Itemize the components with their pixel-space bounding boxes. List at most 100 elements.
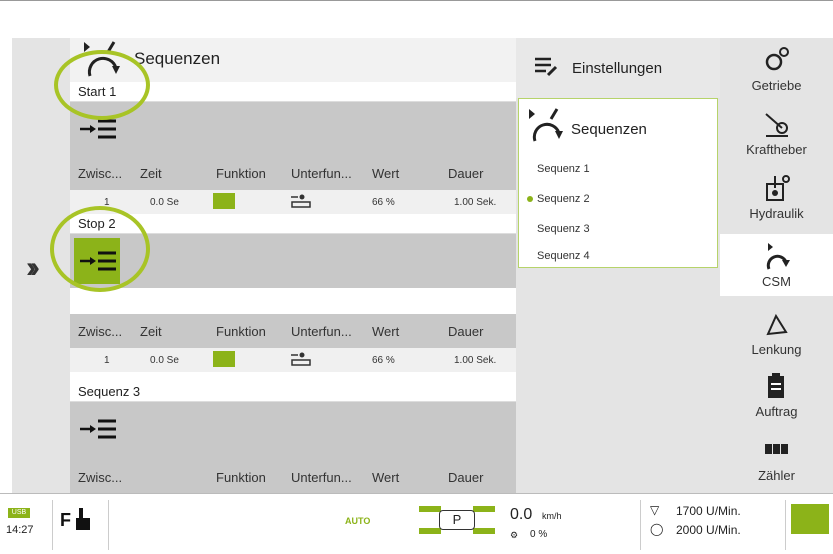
nav-item-getriebe[interactable]: Getriebe: [720, 38, 833, 100]
row-time: 0.0 Se: [150, 355, 179, 366]
sequence-item[interactable]: Sequenz 3: [537, 223, 590, 235]
nav-label: Auftrag: [755, 404, 798, 419]
sequence-panel-title: Sequenzen: [571, 121, 647, 138]
nav-item-csm[interactable]: CSM: [720, 234, 833, 296]
nav-label: Zähler: [758, 468, 795, 483]
slip-value: 0 %: [530, 529, 548, 540]
sequence-step-icon[interactable]: [74, 406, 120, 452]
divider: [108, 500, 109, 550]
column-header: Funktion: [216, 166, 266, 181]
block-name[interactable]: Sequenz 3: [70, 382, 516, 402]
window-left-frame: [0, 14, 12, 494]
wheel-icon: [419, 506, 441, 512]
table-header: Zwisc... Funktion Unterfun... Wert Dauer: [70, 456, 516, 493]
hitch-icon: [765, 113, 788, 137]
page-title: Sequenzen: [134, 49, 221, 68]
sequence-selector: Sequenzen Sequenz 1 Sequenz 2 Sequenz 3 …: [518, 98, 718, 268]
column-header: Wert: [372, 470, 400, 485]
sequence-icon: [529, 108, 563, 142]
column-header: Dauer: [448, 324, 484, 339]
column-header: Dauer: [448, 166, 484, 181]
settings-title: Einstellungen: [572, 60, 663, 77]
nav-label: CSM: [762, 274, 791, 289]
function-valve-icon[interactable]: [791, 504, 829, 534]
nav-label: Kraftheber: [746, 142, 807, 157]
pto-rpm-icon: ◯: [650, 522, 664, 536]
nav-label: Hydraulik: [749, 206, 804, 221]
column-header: Unterfun...: [291, 324, 352, 339]
pto-rpm: 2000 U/Min.: [676, 523, 741, 537]
row-value: 66 %: [372, 197, 395, 208]
slip-icon: ⚙: [510, 530, 519, 540]
auto-mode-label: AUTO: [345, 516, 371, 526]
sequence-item[interactable]: Sequenz 1: [537, 163, 590, 175]
divider: [640, 500, 641, 550]
table-header: Zwisc... Zeit Funktion Unterfun... Wert …: [70, 156, 516, 190]
function-valve-icon: [213, 351, 235, 367]
column-header: Zeit: [140, 324, 162, 339]
row-value: 66 %: [372, 355, 395, 366]
function-valve-icon: [213, 193, 235, 209]
engine-rpm: 1700 U/Min.: [676, 504, 741, 518]
nav-label: Lenkung: [751, 342, 802, 357]
highlight-circle: [54, 50, 150, 120]
wheel-icon: [473, 506, 495, 512]
hand-control-icon[interactable]: F: [60, 504, 100, 536]
nav-item-hydraulik[interactable]: Hydraulik: [720, 166, 833, 228]
counter-icon: [765, 444, 788, 454]
nav-item-zaehler[interactable]: Zähler: [720, 428, 833, 490]
column-header: Wert: [372, 324, 400, 339]
settings-list-icon: [535, 57, 558, 77]
clipboard-icon: [768, 373, 784, 398]
nav-label: Getriebe: [751, 78, 802, 93]
wheel-icon: [419, 528, 441, 534]
gear-box: P: [439, 510, 475, 530]
speed-value: 0.0: [510, 506, 533, 523]
divider: [52, 500, 53, 550]
row-duration: 1.00 Sek.: [454, 355, 497, 366]
nav-item-auftrag[interactable]: Auftrag: [720, 364, 833, 426]
row-index: 1: [104, 355, 110, 366]
sequence-icon: [766, 243, 790, 270]
column-header: Unterfun...: [291, 166, 352, 181]
settings-panel: Einstellungen Sequenzen Sequenz 1 Sequen…: [516, 38, 720, 493]
window-top-frame: [0, 0, 833, 15]
block-band: [70, 402, 516, 456]
divider: [785, 500, 786, 550]
gears-icon: [765, 47, 789, 71]
engine-rpm-icon: ▽: [650, 503, 660, 517]
column-header: Zwisc...: [78, 324, 123, 339]
row-duration: 1.00 Sek.: [454, 197, 497, 208]
settings-header[interactable]: Einstellungen: [516, 38, 720, 98]
column-header: Funktion: [216, 470, 266, 485]
row-time: 0.0 Se: [150, 197, 179, 208]
block-band: [70, 102, 516, 156]
nav-item-kraftheber[interactable]: Kraftheber: [720, 102, 833, 164]
column-header: Funktion: [216, 324, 266, 339]
hydraulic-icon: [766, 175, 790, 201]
speed-unit: km/h: [542, 511, 562, 521]
status-bar: USB 14:27 F AUTO P 0.0 km/h ⚙ 0 % ▽ 1700…: [0, 493, 833, 554]
svg-text:F: F: [60, 510, 71, 530]
nav-item-lenkung[interactable]: Lenkung: [720, 302, 833, 364]
sequence-item[interactable]: Sequenz 4: [537, 250, 590, 262]
clock: 14:27: [6, 524, 34, 536]
subfunction-icon: [291, 194, 311, 208]
selected-dot-icon: [527, 196, 533, 202]
wheel-icon: [473, 528, 495, 534]
column-header: Zwisc...: [78, 470, 123, 485]
steering-icon: [766, 313, 788, 336]
table-header: Zwisc... Zeit Funktion Unterfun... Wert …: [70, 314, 516, 348]
table-row[interactable]: 1 0.0 Se 66 % 1.00 Sek.: [70, 190, 516, 214]
gear-indicator[interactable]: P: [419, 506, 495, 534]
table-row[interactable]: 1 0.0 Se 66 % 1.00 Sek.: [70, 348, 516, 372]
column-header: Dauer: [448, 470, 484, 485]
highlight-circle: [50, 206, 150, 292]
column-header: Unterfun...: [291, 470, 352, 485]
usb-badge: USB: [8, 508, 30, 518]
column-header: Wert: [372, 166, 400, 181]
column-header: Zwisc...: [78, 166, 123, 181]
sequence-item-selected[interactable]: Sequenz 2: [537, 193, 590, 205]
column-header: Zeit: [140, 166, 162, 181]
expand-chevron-icon[interactable]: ››: [26, 250, 52, 286]
